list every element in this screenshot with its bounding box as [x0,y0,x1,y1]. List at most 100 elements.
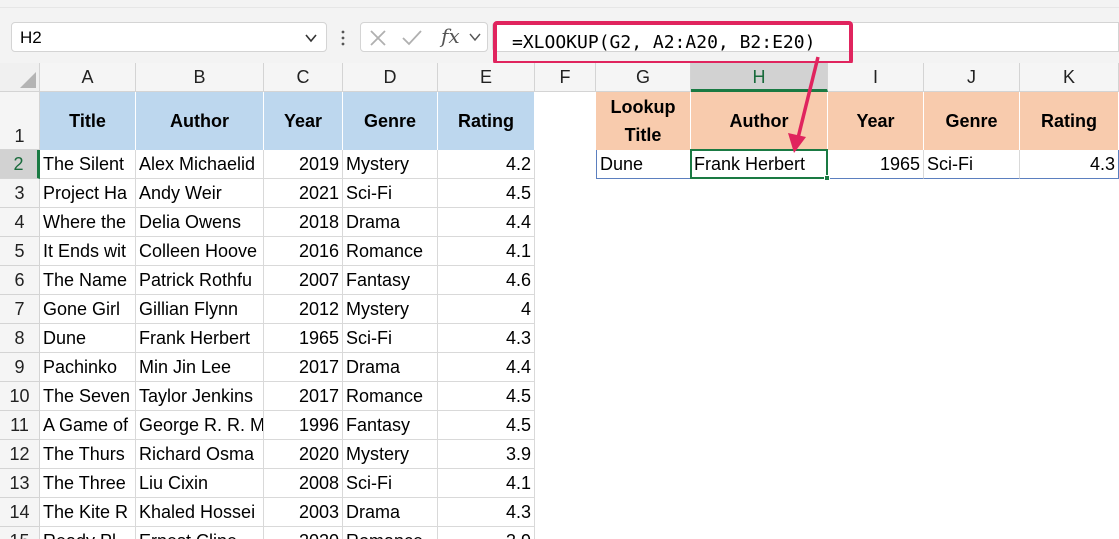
row-header-1[interactable]: 1 [0,92,40,150]
table-cell[interactable]: Mystery [343,295,438,324]
lookup-value-genre[interactable]: Sci-Fi [924,150,1020,179]
table-cell[interactable]: Pachinko [40,353,136,382]
table-cell[interactable]: Colleen Hoove [136,237,264,266]
row-header-4[interactable]: 4 [0,208,40,237]
table-cell[interactable]: 4.3 [438,324,535,353]
table-cell[interactable]: 2007 [264,266,343,295]
table-cell[interactable]: Romance [343,382,438,411]
row-header-9[interactable]: 9 [0,353,40,382]
column-header-g[interactable]: G [596,63,691,92]
table-cell[interactable]: 2020 [264,527,343,539]
table-cell[interactable]: 2008 [264,469,343,498]
name-box[interactable]: H2 [11,22,327,52]
table-cell[interactable]: 4.3 [438,498,535,527]
table-cell[interactable]: 4.4 [438,208,535,237]
table-cell[interactable]: George R. R. M [136,411,264,440]
table-cell[interactable]: 4.4 [438,353,535,382]
column-header-i[interactable]: I [828,63,924,92]
table-cell[interactable]: Liu Cixin [136,469,264,498]
table-cell[interactable]: Sci-Fi [343,324,438,353]
table-cell[interactable]: 2021 [264,179,343,208]
row-header-10[interactable]: 10 [0,382,40,411]
table-cell[interactable]: 4.5 [438,382,535,411]
table-cell[interactable]: Mystery [343,440,438,469]
table-cell[interactable]: Min Jin Lee [136,353,264,382]
table-cell[interactable]: 4.2 [438,150,535,179]
table-cell[interactable]: 2012 [264,295,343,324]
table-cell[interactable]: 1996 [264,411,343,440]
lookup-value-lookup-title[interactable]: Dune [596,150,691,179]
lookup-header-lookup-title[interactable]: Lookup Title [596,92,691,150]
row-header-5[interactable]: 5 [0,237,40,266]
vertical-dots-icon[interactable] [340,28,346,48]
lookup-header-rating[interactable]: Rating [1020,92,1119,150]
table-cell[interactable]: Ernest Cline [136,527,264,539]
lookup-header-year[interactable]: Year [828,92,924,150]
table-cell[interactable]: 4.5 [438,411,535,440]
row-header-6[interactable]: 6 [0,266,40,295]
fill-handle[interactable] [824,175,830,181]
table-header-year[interactable]: Year [264,92,343,150]
row-header-2[interactable]: 2 [0,150,40,179]
table-cell[interactable]: 2018 [264,208,343,237]
column-header-d[interactable]: D [343,63,438,92]
table-header-rating[interactable]: Rating [438,92,535,150]
column-header-j[interactable]: J [924,63,1020,92]
table-cell[interactable]: Gillian Flynn [136,295,264,324]
table-cell[interactable]: 1965 [264,324,343,353]
table-cell[interactable]: The Seven [40,382,136,411]
lookup-header-author[interactable]: Author [691,92,828,150]
table-cell[interactable]: 4.1 [438,469,535,498]
table-cell[interactable]: 2016 [264,237,343,266]
enter-check-icon[interactable] [401,30,423,46]
row-header-11[interactable]: 11 [0,411,40,440]
table-header-title[interactable]: Title [40,92,136,150]
table-cell[interactable]: Alex Michaelid [136,150,264,179]
table-cell[interactable]: It Ends wit [40,237,136,266]
table-cell[interactable]: Khaled Hossei [136,498,264,527]
table-cell[interactable]: 2017 [264,353,343,382]
table-cell[interactable]: Dune [40,324,136,353]
table-cell[interactable]: Sci-Fi [343,469,438,498]
table-cell[interactable]: Andy Weir [136,179,264,208]
table-header-genre[interactable]: Genre [343,92,438,150]
table-cell[interactable]: Sci-Fi [343,179,438,208]
table-header-author[interactable]: Author [136,92,264,150]
table-cell[interactable]: Patrick Rothfu [136,266,264,295]
table-cell[interactable]: 4.1 [438,237,535,266]
table-cell[interactable]: 2017 [264,382,343,411]
table-cell[interactable]: The Kite R [40,498,136,527]
column-header-h[interactable]: H [691,63,828,92]
table-cell[interactable]: The Thurs [40,440,136,469]
column-header-a[interactable]: A [40,63,136,92]
table-cell[interactable]: Romance [343,237,438,266]
formula-text[interactable]: =XLOOKUP(G2, A2:A20, B2:E20) [512,32,815,53]
table-cell[interactable]: Fantasy [343,266,438,295]
table-cell[interactable]: 4 [438,295,535,324]
table-cell[interactable]: 2020 [264,440,343,469]
column-header-e[interactable]: E [438,63,535,92]
row-header-14[interactable]: 14 [0,498,40,527]
table-cell[interactable]: Drama [343,498,438,527]
table-cell[interactable]: Frank Herbert [136,324,264,353]
cancel-icon[interactable] [369,30,387,46]
table-cell[interactable]: Delia Owens [136,208,264,237]
table-cell[interactable]: Project Ha [40,179,136,208]
table-cell[interactable]: Drama [343,208,438,237]
table-cell[interactable]: Fantasy [343,411,438,440]
row-header-3[interactable]: 3 [0,179,40,208]
column-header-k[interactable]: K [1020,63,1119,92]
table-cell[interactable]: Richard Osma [136,440,264,469]
select-all-corner[interactable] [0,63,40,92]
row-header-7[interactable]: 7 [0,295,40,324]
lookup-value-year[interactable]: 1965 [828,150,924,179]
table-cell[interactable]: A Game of [40,411,136,440]
lookup-header-genre[interactable]: Genre [924,92,1020,150]
table-cell[interactable]: Taylor Jenkins [136,382,264,411]
insert-function-icon[interactable]: fx [441,24,460,48]
table-cell[interactable]: 3.9 [438,527,535,539]
table-cell[interactable]: 4.6 [438,266,535,295]
column-header-f[interactable]: F [535,63,596,92]
chevron-down-icon[interactable] [304,31,318,45]
table-cell[interactable]: 2019 [264,150,343,179]
